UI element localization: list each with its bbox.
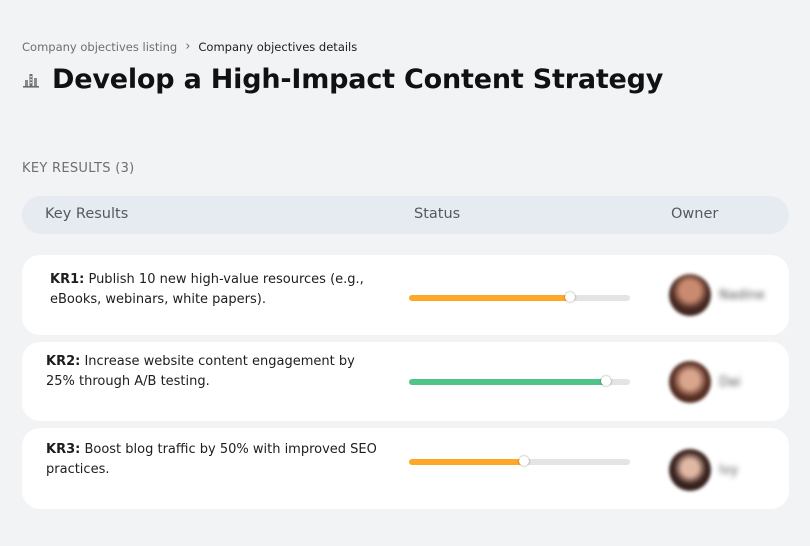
column-header-status: Status	[414, 206, 461, 222]
key-result-description: Publish 10 new high-value resources (e.g…	[50, 272, 364, 307]
owner-name: Nadine	[719, 287, 765, 303]
title-row: Develop a High-Impact Content Strategy	[22, 64, 663, 95]
breadcrumb-current: Company objectives details	[198, 39, 358, 54]
key-result-row[interactable]: KR3: Boost blog traffic by 50% with impr…	[22, 428, 789, 509]
status-progress-fill	[409, 295, 571, 301]
status-progress-bar[interactable]	[409, 292, 630, 302]
key-result-text: KR3: Boost blog traffic by 50% with impr…	[46, 440, 381, 480]
status-progress-handle[interactable]	[600, 376, 611, 386]
status-progress-handle[interactable]	[565, 292, 576, 302]
status-progress-fill	[409, 379, 606, 385]
key-result-code: KR1:	[50, 272, 85, 287]
page-title: Develop a High-Impact Content Strategy	[52, 64, 664, 95]
avatar	[669, 449, 711, 491]
chart-building-icon	[23, 73, 39, 88]
key-result-code: KR2:	[46, 354, 81, 369]
key-result-row[interactable]: KR1: Publish 10 new high-value resources…	[22, 255, 789, 335]
key-result-code: KR3:	[46, 442, 81, 457]
breadcrumb: Company objectives listing › Company obj…	[22, 39, 357, 54]
key-result-text: KR1: Publish 10 new high-value resources…	[50, 270, 385, 310]
key-result-row[interactable]: KR2: Increase website content engagement…	[22, 342, 789, 421]
owner-name: Ivy	[719, 462, 739, 478]
column-header-owner: Owner	[671, 206, 719, 222]
avatar	[669, 274, 711, 316]
owner-cell[interactable]: Nadine	[669, 274, 765, 316]
key-results-table-header: Key Results Status Owner	[22, 196, 789, 234]
key-result-text: KR2: Increase website content engagement…	[46, 352, 381, 392]
status-progress-fill	[409, 459, 524, 465]
owner-name: Dai	[719, 374, 741, 390]
key-result-description: Increase website content engagement by 2…	[46, 354, 355, 389]
owner-cell[interactable]: Dai	[669, 361, 741, 403]
breadcrumb-separator: ›	[185, 39, 191, 54]
column-header-key-results: Key Results	[45, 206, 129, 222]
key-results-count-label: KEY RESULTS (3)	[22, 161, 135, 176]
status-progress-bar[interactable]	[409, 456, 630, 466]
avatar	[669, 361, 711, 403]
owner-cell[interactable]: Ivy	[669, 449, 738, 491]
status-progress-handle[interactable]	[518, 456, 529, 466]
status-progress-bar[interactable]	[409, 376, 630, 386]
key-result-description: Boost blog traffic by 50% with improved …	[46, 442, 377, 477]
breadcrumb-link-listing[interactable]: Company objectives listing	[22, 40, 177, 54]
